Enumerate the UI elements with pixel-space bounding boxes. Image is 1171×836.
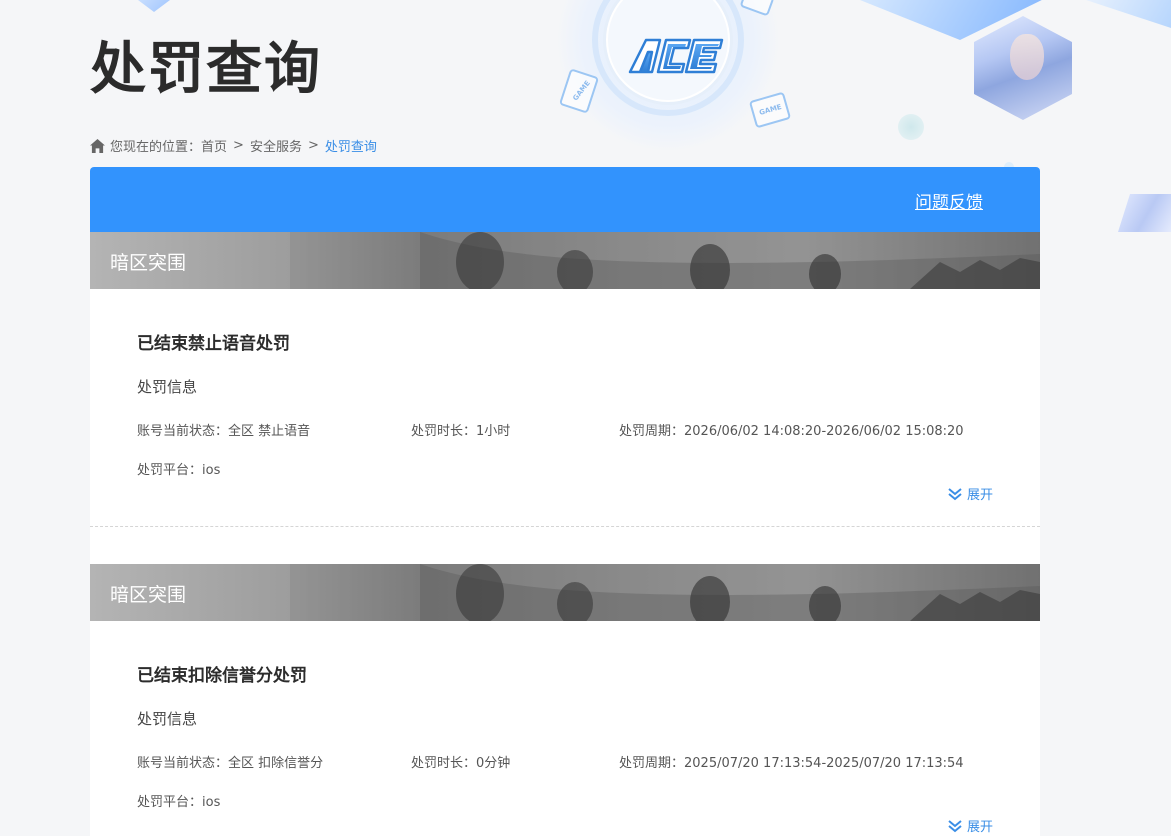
character-avatar-decor	[974, 16, 1072, 120]
character-face-decor	[1010, 34, 1044, 80]
penalty-duration: 处罚时长：1小时	[411, 424, 511, 439]
record-gap	[90, 527, 1040, 564]
character-side-decor	[1118, 194, 1171, 232]
game-device-icon: GAME	[748, 91, 792, 129]
double-chevron-down-icon	[948, 819, 962, 832]
record-section-label: 处罚信息	[137, 378, 198, 396]
penalty-record: 暗区突围 已结束扣除信誉分处罚 处罚信息 账号当前状态：全区 扣除信誉分 处罚时…	[90, 564, 1040, 836]
expand-button[interactable]: 展开	[947, 484, 993, 503]
penalty-period: 处罚周期：2026/06/02 14:08:20-2026/06/02 15:0…	[619, 424, 964, 439]
game-banner: 暗区突围	[90, 232, 1040, 289]
page-title: 处罚查询	[90, 37, 322, 102]
account-status: 账号当前状态：全区 扣除信誉分	[137, 756, 324, 771]
breadcrumb-home[interactable]: 首页	[201, 136, 227, 155]
panel-header-bar: 问题反馈	[90, 167, 1040, 232]
record-title: 已结束禁止语音处罚	[137, 334, 290, 354]
game-banner-image	[290, 232, 1040, 289]
breadcrumb-separator: >	[233, 138, 244, 153]
penalty-panel: 问题反馈 暗区突围 已结束禁止语音处罚 处罚信息 账号当前状态：全区 禁止语音 …	[90, 167, 1040, 836]
feedback-link[interactable]: 问题反馈	[915, 188, 983, 213]
breadcrumb-prefix: 您现在的位置：	[110, 140, 202, 155]
decor-triangle	[130, 0, 178, 12]
expand-button[interactable]: 展开	[947, 816, 993, 835]
breadcrumb-security-service[interactable]: 安全服务	[250, 136, 302, 155]
decor-dot	[898, 114, 924, 140]
decor-triangle	[1080, 0, 1171, 28]
breadcrumb-current: 处罚查询	[324, 140, 377, 155]
penalty-period: 处罚周期：2025/07/20 17:13:54-2025/07/20 17:1…	[619, 756, 964, 771]
breadcrumb-separator: >	[307, 138, 319, 153]
record-divider	[90, 526, 1040, 527]
penalty-platform: 处罚平台：ios	[137, 463, 221, 478]
game-device-icon: GAME	[558, 68, 600, 114]
penalty-record: 暗区突围 已结束禁止语音处罚 处罚信息 账号当前状态：全区 禁止语音 处罚时长：…	[90, 232, 1040, 527]
breadcrumb: 您现在的位置： 首页 > 安全服务 > 处罚查询	[90, 136, 377, 155]
game-name: 暗区突围	[110, 584, 187, 606]
record-body: 已结束禁止语音处罚 处罚信息 账号当前状态：全区 禁止语音 处罚时长：1小时 处…	[90, 289, 1040, 526]
record-title: 已结束扣除信誉分处罚	[137, 666, 307, 686]
record-section-label: 处罚信息	[137, 710, 198, 728]
expand-label: 展开	[966, 820, 993, 835]
decor-triangle	[850, 0, 1050, 40]
ace-logo	[628, 38, 724, 74]
penalty-duration: 处罚时长：0分钟	[411, 756, 511, 771]
game-name: 暗区突围	[110, 252, 187, 274]
game-banner: 暗区突围	[90, 564, 1040, 621]
double-chevron-down-icon	[948, 487, 962, 500]
home-icon	[90, 138, 105, 153]
expand-label: 展开	[966, 488, 993, 503]
record-body: 已结束扣除信誉分处罚 处罚信息 账号当前状态：全区 扣除信誉分 处罚时长：0分钟…	[90, 621, 1040, 836]
penalty-platform: 处罚平台：ios	[137, 795, 221, 810]
game-device-icon	[739, 0, 775, 17]
account-status: 账号当前状态：全区 禁止语音	[137, 424, 311, 439]
game-banner-image	[290, 564, 1040, 621]
